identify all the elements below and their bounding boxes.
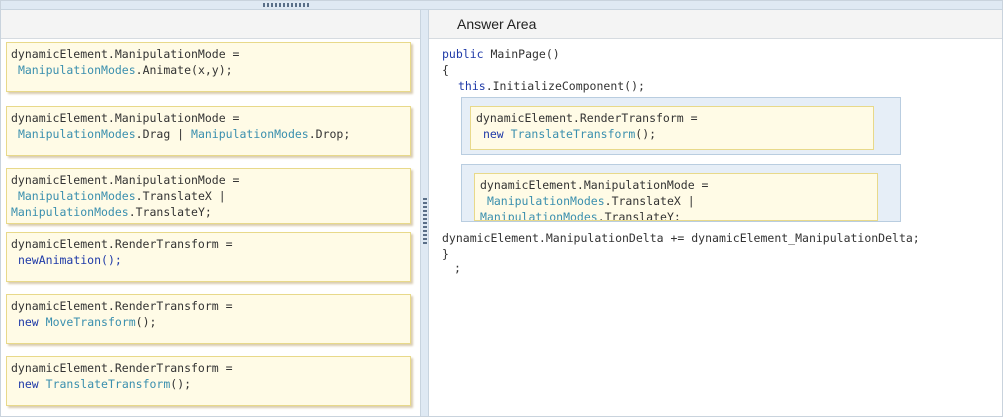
choice-tile-3[interactable]: dynamicElement.ManipulationMode = Manipu…: [6, 168, 411, 224]
code-token: .TranslateX |: [604, 194, 695, 208]
code-token: ();: [170, 377, 192, 391]
drag-drop-question-frame: dynamicElement.ManipulationMode = Manipu…: [0, 0, 1003, 417]
keyword-token: new: [17, 315, 39, 329]
grip-handle-icon[interactable]: [423, 198, 427, 244]
code-token: .Drop;: [308, 127, 351, 141]
placed-tile-1[interactable]: dynamicElement.RenderTransform = new Tra…: [470, 106, 874, 150]
pane-splitter[interactable]: [420, 10, 429, 416]
type-token: TranslateTransform: [510, 127, 636, 141]
keyword-token: new: [17, 253, 39, 267]
tile-line: dynamicElement.ManipulationMode =: [11, 47, 240, 61]
code-token: ();: [135, 315, 157, 329]
tile-line: dynamicElement.RenderTransform =: [11, 299, 233, 313]
code-token: .TranslateY;: [597, 210, 681, 221]
type-token: ManipulationModes: [17, 63, 136, 77]
code-token: .TranslateY;: [128, 205, 212, 219]
tile-line: dynamicElement.ManipulationMode =: [11, 173, 240, 187]
code-token: .Animate(x,y);: [135, 63, 233, 77]
choice-tile-2[interactable]: dynamicElement.ManipulationMode = Manipu…: [6, 106, 411, 156]
type-token: ManipulationModes: [17, 127, 136, 141]
code-token: ();: [635, 127, 657, 141]
type-token: ManipulationModes: [480, 210, 598, 221]
placed-tile-2[interactable]: dynamicElement.ManipulationMode = Manipu…: [474, 173, 878, 221]
grip-handle-icon[interactable]: [263, 3, 311, 7]
tile-line: dynamicElement.RenderTransform =: [11, 237, 233, 251]
code-close-brace: }: [442, 247, 449, 261]
top-resize-bar[interactable]: [1, 1, 1002, 10]
type-token: ManipulationModes: [11, 205, 129, 219]
code-semicolon: ;: [454, 261, 461, 275]
type-token: MoveTransform: [45, 315, 136, 329]
tile-line: dynamicElement.RenderTransform =: [11, 361, 233, 375]
code-open-brace: {: [442, 63, 449, 77]
tile-line: dynamicElement.RenderTransform =: [476, 111, 698, 125]
choice-tile-1[interactable]: dynamicElement.ManipulationMode = Manipu…: [6, 42, 411, 92]
answer-area-header: Answer Area: [429, 10, 1002, 39]
code-token: MainPage(): [483, 47, 560, 61]
answer-area-pane: Answer Area public MainPage() { this.Ini…: [429, 10, 1002, 416]
code-token: .TranslateX |: [135, 189, 226, 203]
keyword-token: new: [17, 377, 39, 391]
type-token: ManipulationModes: [17, 189, 136, 203]
code-token: .Drag |: [135, 127, 192, 141]
code-token: .InitializeComponent();: [485, 79, 645, 93]
drop-slot-1[interactable]: dynamicElement.RenderTransform = new Tra…: [461, 97, 901, 155]
code-signature: public MainPage(): [442, 46, 560, 62]
choice-tile-5[interactable]: dynamicElement.RenderTransform = new Mov…: [6, 294, 411, 344]
choice-tile-4[interactable]: dynamicElement.RenderTransform = newAnim…: [6, 232, 411, 282]
type-token: ManipulationModes: [486, 194, 605, 208]
code-init-line: this.InitializeComponent();: [458, 78, 645, 94]
drop-slot-2[interactable]: dynamicElement.ManipulationMode = Manipu…: [461, 164, 901, 222]
code-token: Animation();: [38, 253, 122, 267]
answer-area-title: Answer Area: [457, 16, 537, 32]
code-delta-line: dynamicElement.ManipulationDelta += dyna…: [442, 231, 920, 245]
keyword-token: this: [458, 79, 486, 93]
tile-line: dynamicElement.ManipulationMode =: [480, 178, 709, 192]
choice-tile-6[interactable]: dynamicElement.RenderTransform = new Tra…: [6, 356, 411, 406]
keyword-token: public: [442, 47, 484, 61]
type-token: TranslateTransform: [45, 377, 171, 391]
tile-line: dynamicElement.ManipulationMode =: [11, 111, 240, 125]
type-token: ManipulationModes: [191, 127, 309, 141]
choices-pane: dynamicElement.ManipulationMode = Manipu…: [1, 10, 420, 416]
choices-header: [1, 10, 420, 39]
keyword-token: new: [482, 127, 504, 141]
